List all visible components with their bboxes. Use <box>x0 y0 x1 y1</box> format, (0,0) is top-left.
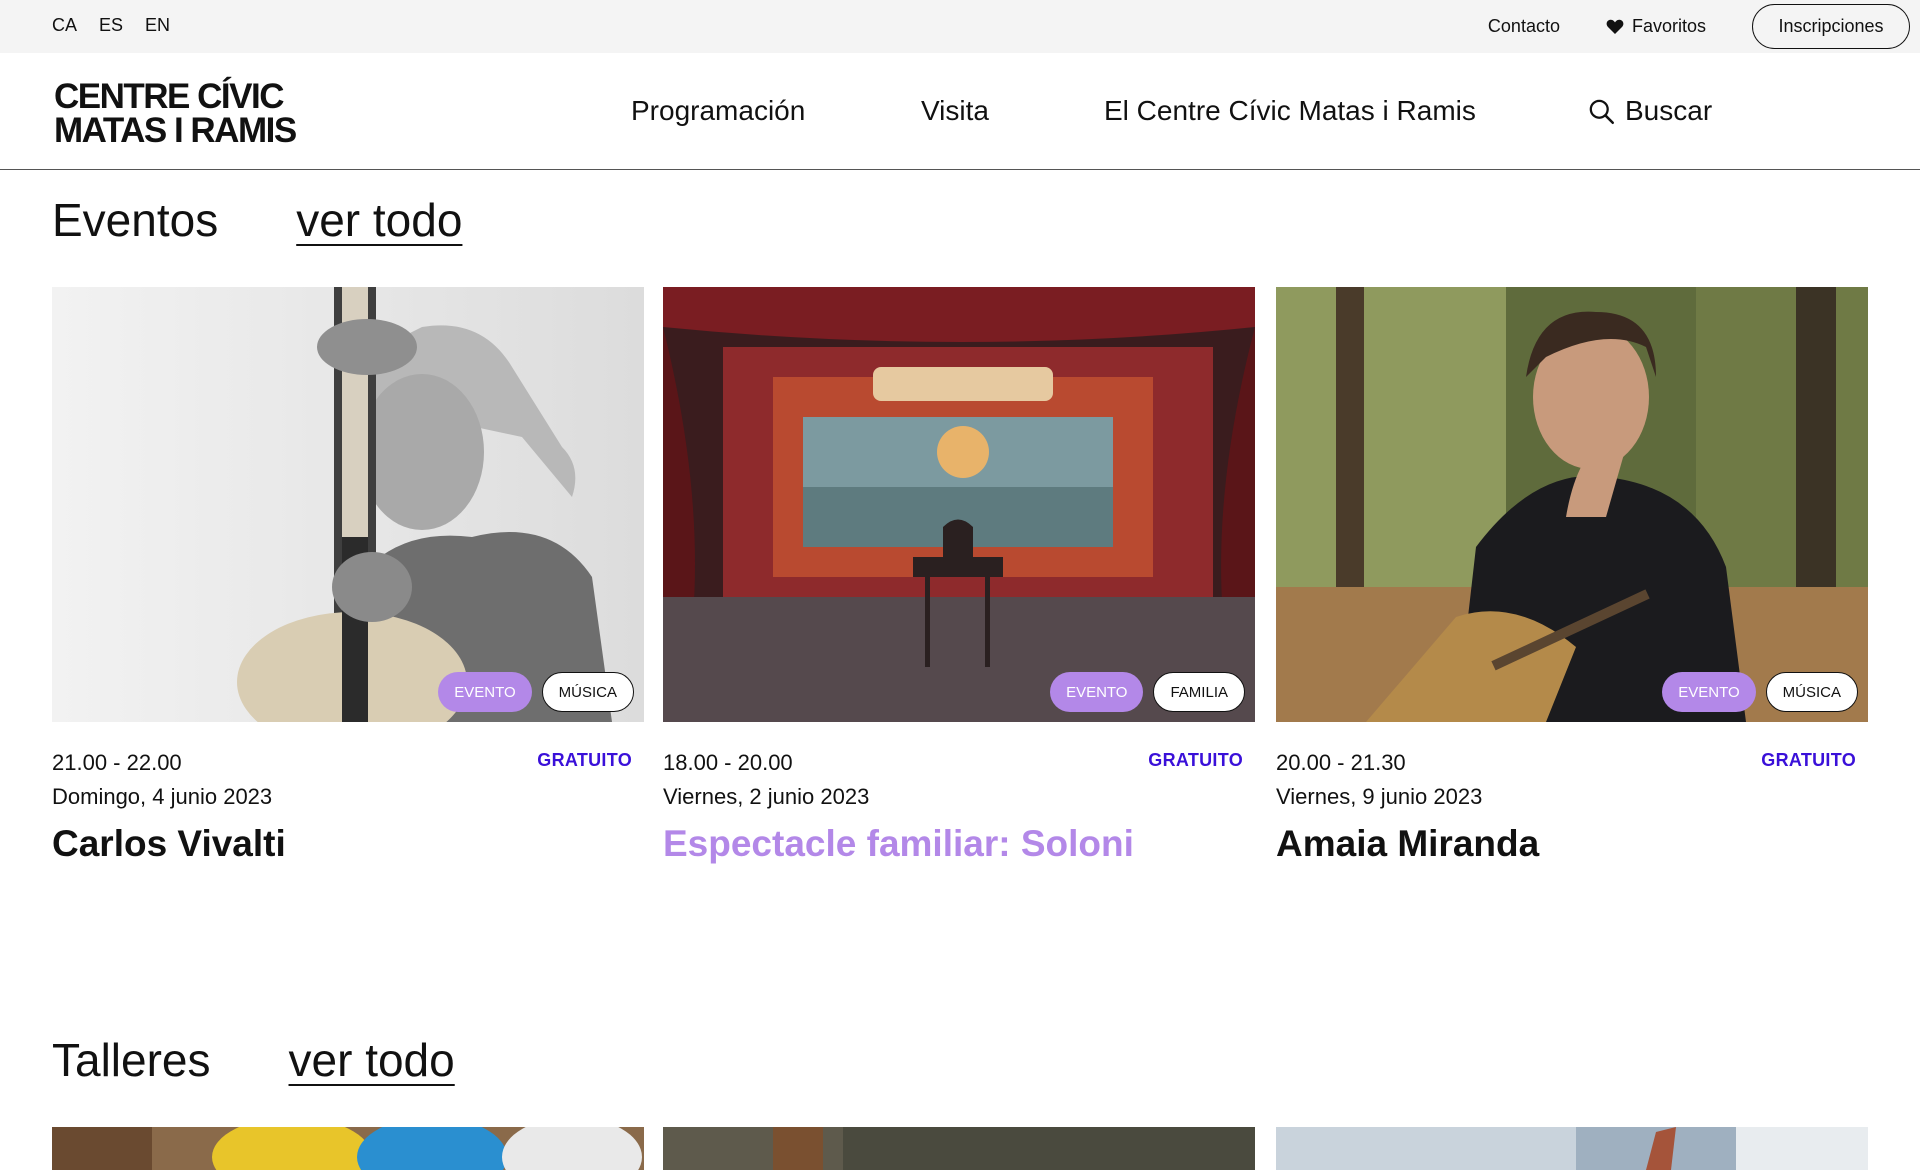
eventos-title: Eventos <box>52 194 219 246</box>
event-card[interactable]: EVENTO FAMILIA 18.00 - 20.00 Viernes, 2 … <box>663 287 1255 865</box>
taller-image[interactable] <box>663 1127 1255 1170</box>
tag-evento[interactable]: EVENTO <box>438 672 532 712</box>
event-image: EVENTO FAMILIA <box>663 287 1255 722</box>
main-header: CENTRE CÍVIC MATAS I RAMIS Programación … <box>0 53 1920 170</box>
event-price: GRATUITO <box>1148 750 1243 770</box>
taller-image[interactable] <box>1276 1127 1868 1170</box>
nav-programacion[interactable]: Programación <box>631 95 805 127</box>
taller-image[interactable] <box>52 1127 644 1170</box>
event-date: Viernes, 2 junio 2023 <box>663 784 870 809</box>
event-card[interactable]: EVENTO MÚSICA 21.00 - 22.00 Domingo, 4 j… <box>52 287 644 865</box>
event-date: Viernes, 9 junio 2023 <box>1276 784 1483 809</box>
inscripciones-button[interactable]: Inscripciones <box>1752 4 1910 49</box>
nav-centre[interactable]: El Centre Cívic Matas i Ramis <box>1104 95 1476 127</box>
top-links: Contacto Favoritos Inscripciones <box>1488 4 1910 49</box>
tag-category[interactable]: FAMILIA <box>1153 672 1245 712</box>
event-meta: 18.00 - 20.00 Viernes, 2 junio 2023 GRAT… <box>663 750 1255 810</box>
event-meta: 21.00 - 22.00 Domingo, 4 junio 2023 GRAT… <box>52 750 644 810</box>
site-logo[interactable]: CENTRE CÍVIC MATAS I RAMIS <box>54 77 297 150</box>
event-meta: 20.00 - 21.30 Viernes, 9 junio 2023 GRAT… <box>1276 750 1868 810</box>
eventos-ver-todo-link[interactable]: ver todo <box>296 193 462 247</box>
event-image: EVENTO MÚSICA <box>1276 287 1868 722</box>
contacto-link[interactable]: Contacto <box>1488 16 1560 37</box>
heart-icon <box>1606 19 1624 34</box>
tag-evento[interactable]: EVENTO <box>1050 672 1144 712</box>
event-tags: EVENTO MÚSICA <box>438 672 634 712</box>
logo-line-1: CENTRE CÍVIC <box>54 77 284 116</box>
top-bar: CA ES EN Contacto Favoritos Inscripcione… <box>0 0 1920 53</box>
talleres-title: Talleres <box>52 1034 211 1086</box>
lang-en[interactable]: EN <box>145 15 170 36</box>
event-card[interactable]: EVENTO MÚSICA 20.00 - 21.30 Viernes, 9 j… <box>1276 287 1868 865</box>
talleres-ver-todo-link[interactable]: ver todo <box>289 1033 455 1087</box>
buscar-label: Buscar <box>1625 95 1713 126</box>
lang-es[interactable]: ES <box>99 15 123 36</box>
event-price: GRATUITO <box>537 750 632 770</box>
logo-line-2: MATAS I RAMIS <box>54 111 297 150</box>
event-tags: EVENTO FAMILIA <box>1050 672 1245 712</box>
event-tags: EVENTO MÚSICA <box>1662 672 1858 712</box>
tag-evento[interactable]: EVENTO <box>1662 672 1756 712</box>
favoritos-link[interactable]: Favoritos <box>1606 16 1706 37</box>
event-date: Domingo, 4 junio 2023 <box>52 784 273 809</box>
eventos-header: Eventos ver todo <box>52 193 462 247</box>
talleres-header: Talleres ver todo <box>52 1033 455 1087</box>
event-title[interactable]: Carlos Vivalti <box>52 823 644 865</box>
nav-visita[interactable]: Visita <box>921 95 989 127</box>
language-switcher: CA ES EN <box>52 15 170 36</box>
lang-ca[interactable]: CA <box>52 15 77 36</box>
nav-buscar[interactable]: Buscar <box>1588 95 1712 127</box>
tag-category[interactable]: MÚSICA <box>1765 672 1858 712</box>
event-price: GRATUITO <box>1761 750 1856 770</box>
tag-category[interactable]: MÚSICA <box>541 672 634 712</box>
event-title[interactable]: Espectacle familiar: Soloni <box>663 823 1255 865</box>
event-title[interactable]: Amaia Miranda <box>1276 823 1868 865</box>
search-icon <box>1589 99 1614 124</box>
favoritos-label: Favoritos <box>1631 16 1706 36</box>
event-image: EVENTO MÚSICA <box>52 287 644 722</box>
